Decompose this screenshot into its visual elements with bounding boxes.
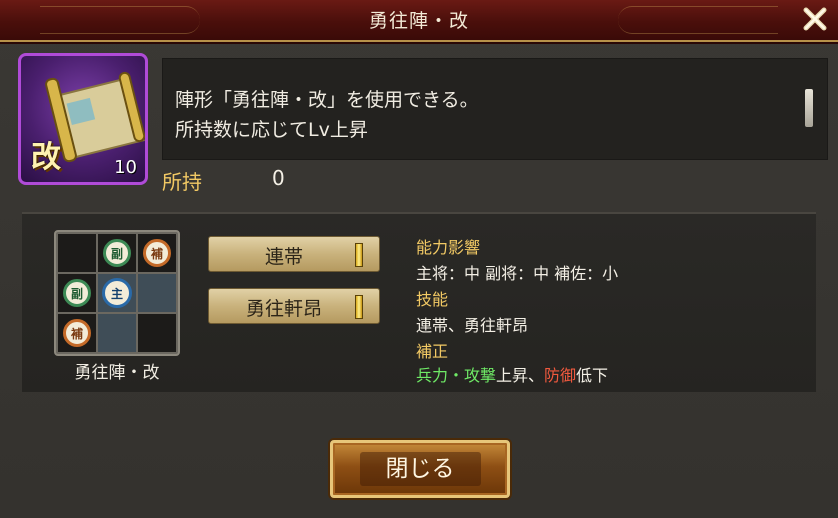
upgrade-badge: 改 (31, 140, 61, 175)
grid-cell (138, 314, 176, 352)
sub-general-piece: 副 (63, 279, 91, 307)
aide-piece: 補 (143, 239, 171, 267)
formation-scroll-item-icon: 改 10 (18, 53, 148, 185)
bonus-down-stat: 防御 (544, 366, 577, 385)
item-detail-dialog: 勇往陣・改 改 10 陣形「勇往陣・改」を使用できる。 所持数に応じてLv上昇 … (0, 0, 838, 518)
grid-cell: 副 (98, 234, 136, 272)
description-line-1: 陣形「勇往陣・改」を使用できる。 (175, 89, 479, 111)
skill-rank-icon (355, 243, 363, 267)
skill-rank-icon (355, 295, 363, 319)
close-icon (803, 7, 827, 31)
close-x-button[interactable] (798, 2, 832, 36)
bonus-up-stats: 兵力・攻撃 (416, 366, 497, 385)
bonus-down-suffix: 低下 (576, 366, 609, 385)
close-button[interactable]: 閉じる (330, 440, 510, 498)
skill-label: 勇往軒昂 (245, 298, 322, 320)
bonus-up-suffix: 上昇、 (496, 366, 545, 385)
description-scrollbar[interactable] (805, 89, 813, 127)
skill-label: 連帯 (264, 246, 303, 268)
description-line-2: 所持数に応じてLv上昇 (175, 119, 368, 141)
bonus-text: 兵力・攻撃上昇、防御低下 (416, 362, 608, 386)
skill-text: 連帯、勇往軒昂 (416, 316, 529, 335)
skill-button-rentai[interactable]: 連帯 (208, 236, 380, 272)
skill-heading: 技能 (416, 290, 449, 309)
skill-button-yuuoukenkou[interactable]: 勇往軒昂 (208, 288, 380, 324)
influence-heading: 能力影響 (416, 238, 481, 257)
grid-cell: 副 (58, 274, 96, 312)
grid-cell (98, 314, 136, 352)
formation-grid: 副 補 副 主 補 (54, 230, 180, 356)
grid-cell (58, 234, 96, 272)
grid-cell (138, 274, 176, 312)
grid-cell: 補 (58, 314, 96, 352)
grid-cell: 補 (138, 234, 176, 272)
owned-value: 0 (272, 166, 285, 190)
description-box: 陣形「勇往陣・改」を使用できる。 所持数に応じてLv上昇 (162, 58, 828, 160)
main-general-piece: 主 (102, 278, 132, 308)
formation-name: 勇往陣・改 (74, 363, 160, 383)
owned-label: 所持 (162, 170, 202, 194)
influence-text: 主将：中 副将：中 補佐：小 (416, 264, 619, 283)
sub-general-piece: 副 (103, 239, 131, 267)
dialog-title: 勇往陣・改 (368, 10, 469, 32)
aide-piece: 補 (63, 319, 91, 347)
close-button-label: 閉じる (359, 452, 481, 486)
item-count: 10 (114, 157, 137, 178)
bonus-heading: 補正 (416, 342, 449, 361)
grid-cell: 主 (98, 274, 136, 312)
title-bar: 勇往陣・改 (0, 0, 838, 42)
